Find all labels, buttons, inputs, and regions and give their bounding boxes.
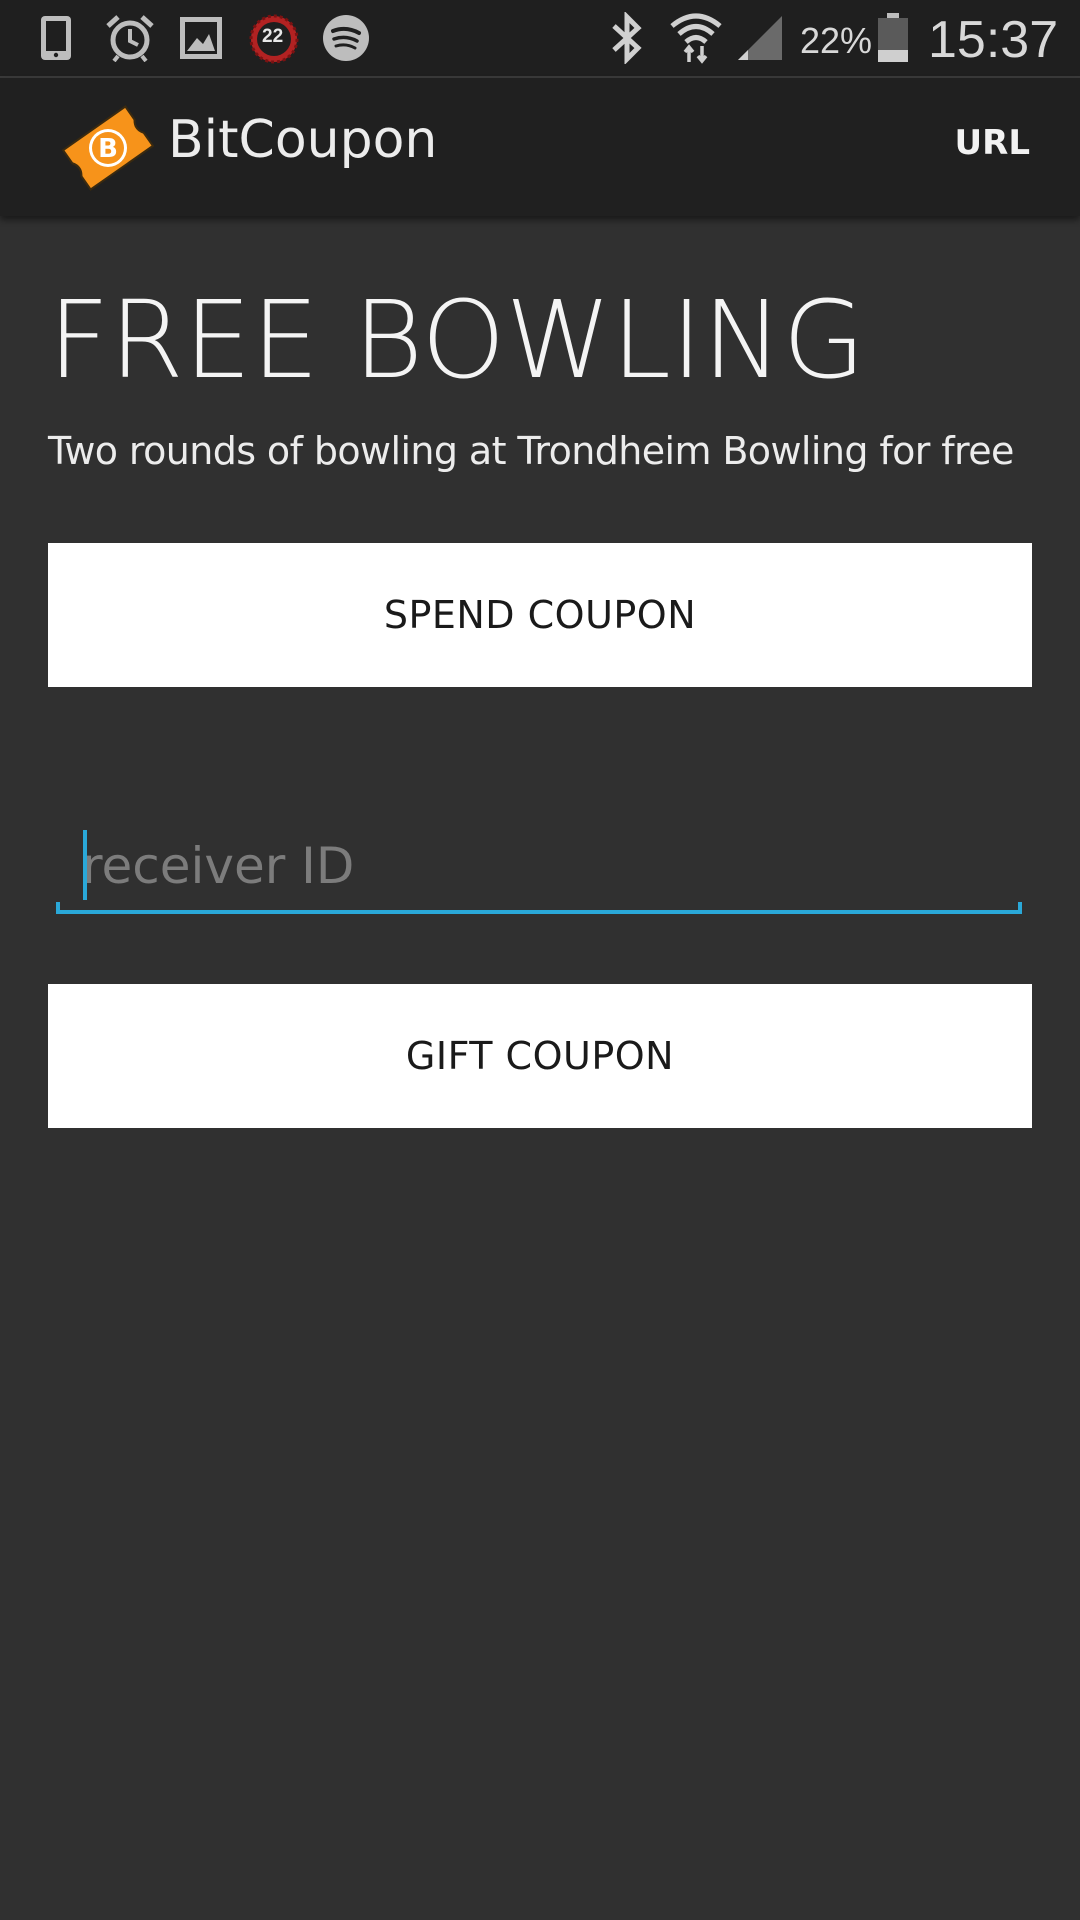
signal-icon (734, 14, 784, 66)
bitcoin-coupon-logo-icon[interactable]: B (60, 102, 156, 198)
receiver-id-input[interactable] (56, 822, 1022, 910)
screen: 22 22% 15:37 B BitCoupon URL FREE BOWLIN… (0, 0, 1080, 1920)
coupon-description: Two rounds of bowling at Trondheim Bowli… (48, 429, 1014, 473)
gallery-icon (178, 14, 224, 66)
receiver-id-field (56, 822, 1022, 914)
battery-icon (876, 12, 910, 68)
clock: 15:37 (928, 11, 1059, 69)
svg-text:B: B (98, 134, 118, 164)
spotify-icon (322, 14, 370, 66)
coupon-title: FREE BOWLING (48, 279, 866, 403)
text-caret (83, 830, 87, 900)
counter-badge-value: 22 (262, 26, 284, 47)
input-underline (56, 910, 1022, 914)
phone-icon (38, 14, 74, 66)
app-title: BitCoupon (168, 110, 438, 170)
action-bar: B BitCoupon URL (0, 78, 1080, 216)
status-bar: 22 22% 15:37 (0, 0, 1080, 78)
gift-coupon-button[interactable]: GIFT COUPON (48, 984, 1032, 1128)
alarm-icon (104, 14, 156, 66)
url-button[interactable]: URL (955, 126, 1030, 160)
battery-percent: 22% (800, 20, 873, 61)
input-underline-left-tick (56, 902, 60, 914)
wifi-icon (668, 10, 724, 68)
input-underline-right-tick (1018, 902, 1022, 914)
spend-coupon-button[interactable]: SPEND COUPON (48, 543, 1032, 687)
bluetooth-icon (608, 10, 646, 68)
